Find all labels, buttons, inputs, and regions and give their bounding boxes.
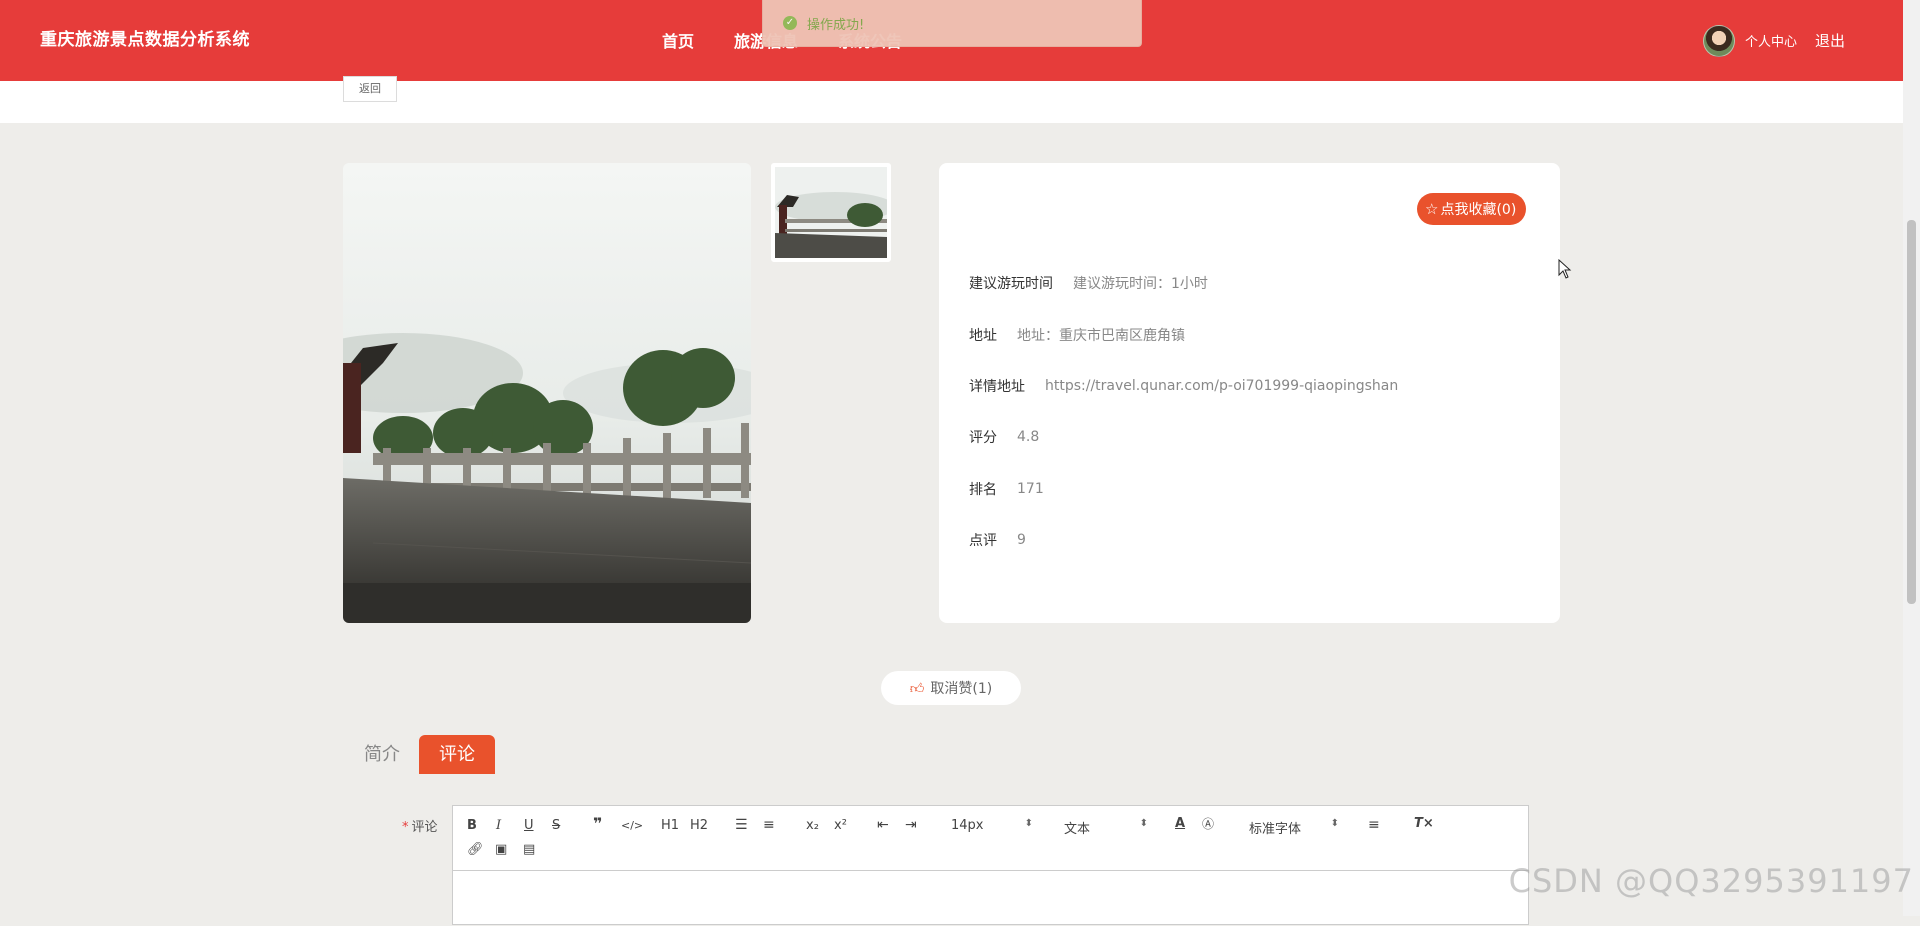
detail-row-score: 评分 4.8	[969, 427, 1039, 447]
detail-label: 点评	[969, 533, 997, 549]
italic-button[interactable]: I	[496, 818, 501, 834]
comment-rich-editor: B I U S ❞ </> H1 H2 ☰ ≡ x₂ x² ⇤ ⇥ 14px ⬍…	[452, 805, 1529, 925]
ordered-list-icon[interactable]: ☰	[735, 817, 748, 833]
favorite-label: 点我收藏(0)	[1440, 202, 1517, 218]
header-select[interactable]: 文本 ⬍	[1064, 818, 1148, 837]
image-thumbnail[interactable]	[771, 163, 895, 262]
scrollbar-thumb[interactable]	[1907, 220, 1916, 604]
like-label: 取消赞(1)	[930, 681, 993, 697]
thumbs-up-icon: 👍︎	[909, 680, 925, 697]
scenic-main-image	[343, 163, 751, 623]
subscript-button[interactable]: x₂	[806, 818, 819, 834]
detail-value: 9	[1017, 532, 1026, 548]
star-icon: ☆	[1425, 200, 1439, 218]
check-circle-icon: ✓	[783, 16, 797, 30]
user-menu: 个人中心 退出	[1702, 0, 1845, 81]
favorite-button[interactable]: ☆ 点我收藏(0)	[1417, 193, 1527, 225]
page-scrollbar[interactable]	[1903, 0, 1920, 916]
detail-label: 详情地址	[969, 379, 1025, 395]
detail-label: 排名	[969, 482, 997, 498]
logout-link[interactable]: 退出	[1815, 30, 1845, 51]
detail-row-reviews: 点评 9	[969, 530, 1026, 550]
font-size-value: 14px	[951, 818, 984, 833]
strike-button[interactable]: S	[552, 818, 560, 834]
align-icon[interactable]: ≡	[1368, 817, 1380, 833]
editor-content-area[interactable]	[453, 871, 1528, 926]
detail-label: 地址	[969, 328, 997, 344]
subheader-strip	[0, 81, 1903, 123]
detail-value: 地址：重庆市巴南区鹿角镇	[1017, 328, 1185, 344]
detail-label: 评分	[969, 430, 997, 446]
detail-row-play-time: 建议游玩时间 建议游玩时间：1小时	[969, 273, 1208, 293]
editor-toolbar: B I U S ❞ </> H1 H2 ☰ ≡ x₂ x² ⇤ ⇥ 14px ⬍…	[453, 806, 1528, 871]
mouse-cursor-icon	[1558, 259, 1572, 279]
bullet-list-icon[interactable]: ≡	[763, 817, 775, 833]
detail-value: 171	[1017, 481, 1044, 497]
back-button[interactable]: 返回	[343, 76, 397, 102]
tab-comments[interactable]: 评论	[419, 735, 495, 774]
comment-field-label: * 评论	[402, 816, 438, 835]
watermark-text: CSDN @QQ3295391197	[1508, 862, 1914, 900]
indent-icon[interactable]: ⇥	[905, 817, 917, 833]
detail-row-address: 地址 地址：重庆市巴南区鹿角镇	[969, 325, 1185, 345]
toast-message: 操作成功!	[807, 17, 865, 33]
personal-center-link[interactable]: 个人中心	[1745, 31, 1797, 50]
image-icon[interactable]: ▣	[495, 842, 507, 858]
detail-value: 建议游玩时间：1小时	[1073, 276, 1208, 292]
heading1-button[interactable]: H1	[661, 818, 679, 834]
detail-card: ☆ 点我收藏(0) 建议游玩时间 建议游玩时间：1小时 地址 地址：重庆市巴南区…	[939, 163, 1560, 623]
updown-icon: ⬍	[1330, 818, 1339, 829]
outdent-icon[interactable]: ⇤	[877, 817, 889, 833]
heading2-button[interactable]: H2	[690, 818, 708, 834]
detail-row-url: 详情地址 https://travel.qunar.com/p-oi701999…	[969, 376, 1398, 396]
font-family-value: 标准字体	[1249, 822, 1302, 837]
link-icon[interactable]: 🔗︎	[467, 842, 484, 858]
required-mark: *	[402, 820, 409, 835]
underline-button[interactable]: U	[524, 818, 534, 834]
superscript-button[interactable]: x²	[834, 818, 847, 834]
blockquote-icon[interactable]: ❞	[593, 816, 602, 832]
site-title: 重庆旅游景点数据分析系统	[40, 30, 250, 50]
bold-button[interactable]: B	[467, 818, 477, 834]
header-value: 文本	[1064, 822, 1091, 837]
clear-format-icon[interactable]: T×	[1414, 816, 1434, 832]
unlike-button[interactable]: 👍︎ 取消赞(1)	[881, 671, 1021, 705]
updown-icon: ⬍	[1024, 818, 1033, 829]
success-toast: ✓ 操作成功!	[762, 0, 1142, 47]
detail-row-rank: 排名 171	[969, 479, 1044, 499]
detail-label: 建议游玩时间	[969, 276, 1053, 292]
updown-icon: ⬍	[1139, 818, 1148, 829]
code-block-icon[interactable]: </>	[621, 818, 643, 834]
tab-intro[interactable]: 简介	[362, 735, 402, 774]
video-icon[interactable]: ▤	[523, 842, 535, 858]
avatar[interactable]	[1702, 24, 1735, 57]
font-size-select[interactable]: 14px ⬍	[951, 818, 1033, 833]
font-color-icon[interactable]: A	[1175, 816, 1185, 832]
detail-value: https://travel.qunar.com/p-oi701999-qiao…	[1045, 378, 1399, 394]
detail-value: 4.8	[1017, 429, 1040, 445]
font-family-select[interactable]: 标准字体 ⬍	[1249, 818, 1339, 837]
background-color-icon[interactable]: Ⓐ	[1202, 816, 1214, 832]
comment-label-text: 评论	[411, 820, 438, 835]
nav-home[interactable]: 首页	[662, 0, 694, 81]
